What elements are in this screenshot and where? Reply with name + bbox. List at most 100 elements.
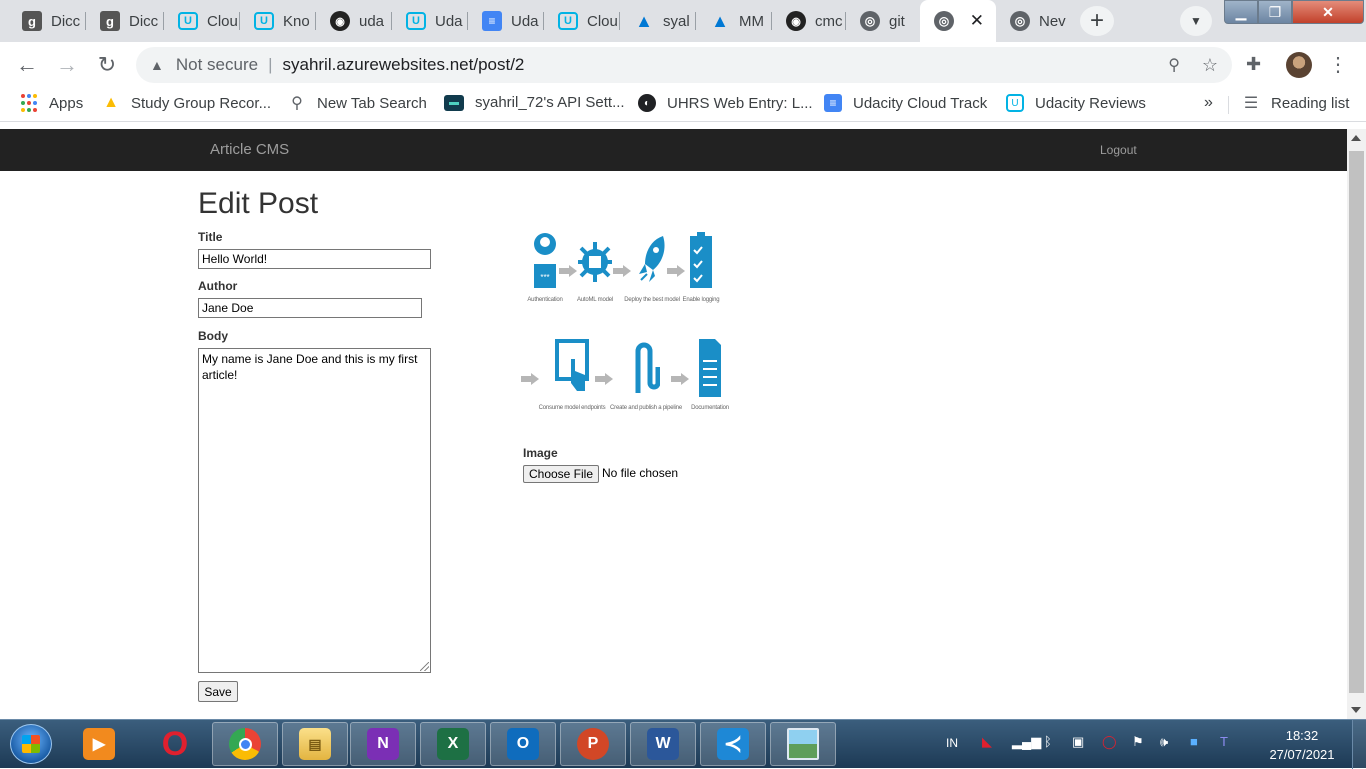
bookmark-item[interactable]: ◐ UHRS Web Entry: L... — [638, 94, 813, 112]
taskbar-explorer[interactable]: ▤ — [282, 722, 348, 766]
title-label: Title — [198, 230, 223, 244]
volume-icon[interactable]: 🕪 — [1160, 734, 1168, 750]
teams-icon[interactable]: T — [1220, 734, 1228, 749]
language-indicator[interactable]: IN — [946, 736, 958, 750]
chrome-menu-icon[interactable]: ⋮ — [1328, 52, 1348, 77]
minimize-button[interactable]: ▁ — [1224, 0, 1258, 24]
browser-tab[interactable]: ◎ git — [846, 0, 920, 42]
goodreads-icon: g — [100, 11, 120, 31]
folder-icon: ▤ — [299, 728, 331, 760]
globe-icon: ◎ — [1010, 11, 1030, 31]
reading-list-icon: ☰ — [1243, 95, 1259, 112]
user-icon: *** — [527, 229, 563, 291]
resize-handle[interactable] — [420, 662, 429, 671]
browser-tab[interactable]: U Clou — [164, 0, 240, 42]
taskbar-onenote[interactable]: N — [350, 722, 416, 766]
browser-tab-active[interactable]: ◎ ✕ — [920, 0, 996, 42]
warning-icon[interactable]: ▲ — [150, 57, 164, 73]
github-icon: ◉ — [330, 11, 350, 31]
browser-tab[interactable]: g Dicc — [8, 0, 86, 42]
taskbar-media-player[interactable]: ▶ — [66, 722, 132, 766]
scroll-down-icon[interactable] — [1351, 707, 1361, 713]
bookmark-item[interactable]: ▲ Study Group Recor... — [102, 94, 271, 112]
author-input[interactable] — [198, 298, 422, 318]
browser-tab[interactable]: U Clou — [544, 0, 620, 42]
bookmark-item[interactable]: U Udacity Reviews — [1006, 94, 1146, 112]
taskbar-chrome[interactable] — [212, 722, 278, 766]
page-scrollbar[interactable] — [1347, 129, 1366, 719]
show-desktop-button[interactable] — [1352, 720, 1366, 769]
profile-avatar[interactable] — [1286, 52, 1312, 78]
taskbar-powerpoint[interactable]: P — [560, 722, 626, 766]
diagram-step: Consume model endpoints — [537, 337, 607, 411]
goodreads-icon: g — [22, 11, 42, 31]
new-tab-button[interactable]: + — [1080, 6, 1114, 36]
zoom-icon[interactable]: ⚲ — [1168, 55, 1180, 75]
forward-button[interactable]: → — [52, 50, 82, 80]
logout-link[interactable]: Logout — [1100, 143, 1137, 157]
choose-file-button[interactable]: Choose File — [523, 465, 599, 483]
browser-tab[interactable]: ◉ uda — [316, 0, 392, 42]
system-clock[interactable]: 18:32 27/07/2021 — [1262, 726, 1342, 764]
network-icon[interactable]: ▂▄▆ — [1012, 734, 1041, 750]
save-button[interactable]: Save — [198, 681, 238, 702]
browser-toolbar: ← → ↻ ▲ Not secure | syahril.azurewebsit… — [0, 42, 1366, 88]
reading-list-button[interactable]: ☰ Reading list — [1242, 94, 1350, 113]
browser-tab[interactable]: ▲ MM — [696, 0, 772, 42]
taskbar-opera[interactable]: O — [142, 722, 208, 766]
opera-tray-icon[interactable]: ◯ — [1102, 734, 1117, 750]
chrome-icon — [229, 728, 261, 760]
bookmark-apps[interactable]: Apps — [20, 94, 83, 112]
title-input[interactable] — [198, 249, 431, 269]
browser-tab[interactable]: ▲ syal — [620, 0, 696, 42]
close-tab-icon[interactable]: ✕ — [970, 11, 984, 31]
browser-tab[interactable]: U Uda — [392, 0, 468, 42]
action-center-flag-icon[interactable]: ⚑ — [1132, 734, 1144, 750]
antivirus-icon[interactable]: ◣ — [982, 734, 992, 750]
taskbar-photos[interactable] — [770, 722, 836, 766]
taskbar-excel[interactable]: X — [420, 722, 486, 766]
scroll-thumb[interactable] — [1349, 151, 1364, 693]
onenote-icon: N — [367, 728, 399, 760]
author-label: Author — [198, 279, 238, 293]
diagram-step: Deploy the best model — [624, 229, 680, 303]
security-label[interactable]: Not secure — [176, 55, 258, 75]
back-button[interactable]: ← — [12, 50, 42, 80]
address-bar[interactable]: ▲ Not secure | syahril.azurewebsites.net… — [136, 47, 1232, 83]
tab-search-button[interactable]: ▼ — [1180, 6, 1212, 36]
bookmark-item[interactable]: ≡ Udacity Cloud Track — [824, 94, 987, 112]
browser-tab[interactable]: ◉ cmc — [772, 0, 846, 42]
url-text[interactable]: syahril.azurewebsites.net/post/2 — [282, 55, 524, 75]
more-bookmarks-button[interactable]: » — [1204, 94, 1213, 112]
browser-tab[interactable]: ◎ Nev — [996, 0, 1070, 42]
usb-icon[interactable]: ▣ — [1072, 734, 1084, 750]
taskbar-word[interactable]: W — [630, 722, 696, 766]
browser-tab[interactable]: ≡ Uda — [468, 0, 544, 42]
docs-icon: ≡ — [482, 11, 502, 31]
app-navbar: Article CMS Logout — [0, 129, 1347, 171]
brand-link[interactable]: Article CMS — [210, 141, 289, 158]
zoom-app-icon[interactable]: ■ — [1190, 734, 1198, 749]
checklist-icon — [683, 229, 719, 291]
scroll-up-icon[interactable] — [1351, 135, 1361, 141]
drive-icon: ▲ — [103, 94, 119, 111]
powerpoint-icon: P — [577, 728, 609, 760]
extensions-icon[interactable]: ✚ — [1246, 54, 1261, 75]
document-icon — [692, 337, 728, 399]
gear-icon — [577, 229, 613, 291]
start-button[interactable] — [10, 724, 52, 764]
bookmark-item[interactable]: ⚲ New Tab Search — [288, 94, 427, 113]
browser-tab[interactable]: g Dicc — [86, 0, 164, 42]
taskbar-outlook[interactable]: O — [490, 722, 556, 766]
browser-tab[interactable]: U Kno — [240, 0, 316, 42]
post-image: *** Authentication AutoML model Deploy t… — [521, 229, 735, 434]
page-viewport: Article CMS Logout Edit Post Title Autho… — [0, 129, 1347, 719]
taskbar-vscode[interactable]: ≺ — [700, 722, 766, 766]
maximize-button[interactable]: ❐ — [1258, 0, 1292, 24]
body-textarea[interactable] — [198, 348, 431, 673]
bluetooth-icon[interactable]: ᛒ — [1044, 734, 1052, 749]
close-window-button[interactable]: ✕ — [1292, 0, 1364, 24]
bookmark-star-icon[interactable]: ☆ — [1202, 55, 1218, 76]
bookmark-item[interactable]: ▬ syahril_72's API Sett... — [444, 94, 625, 111]
reload-button[interactable]: ↻ — [92, 50, 122, 80]
